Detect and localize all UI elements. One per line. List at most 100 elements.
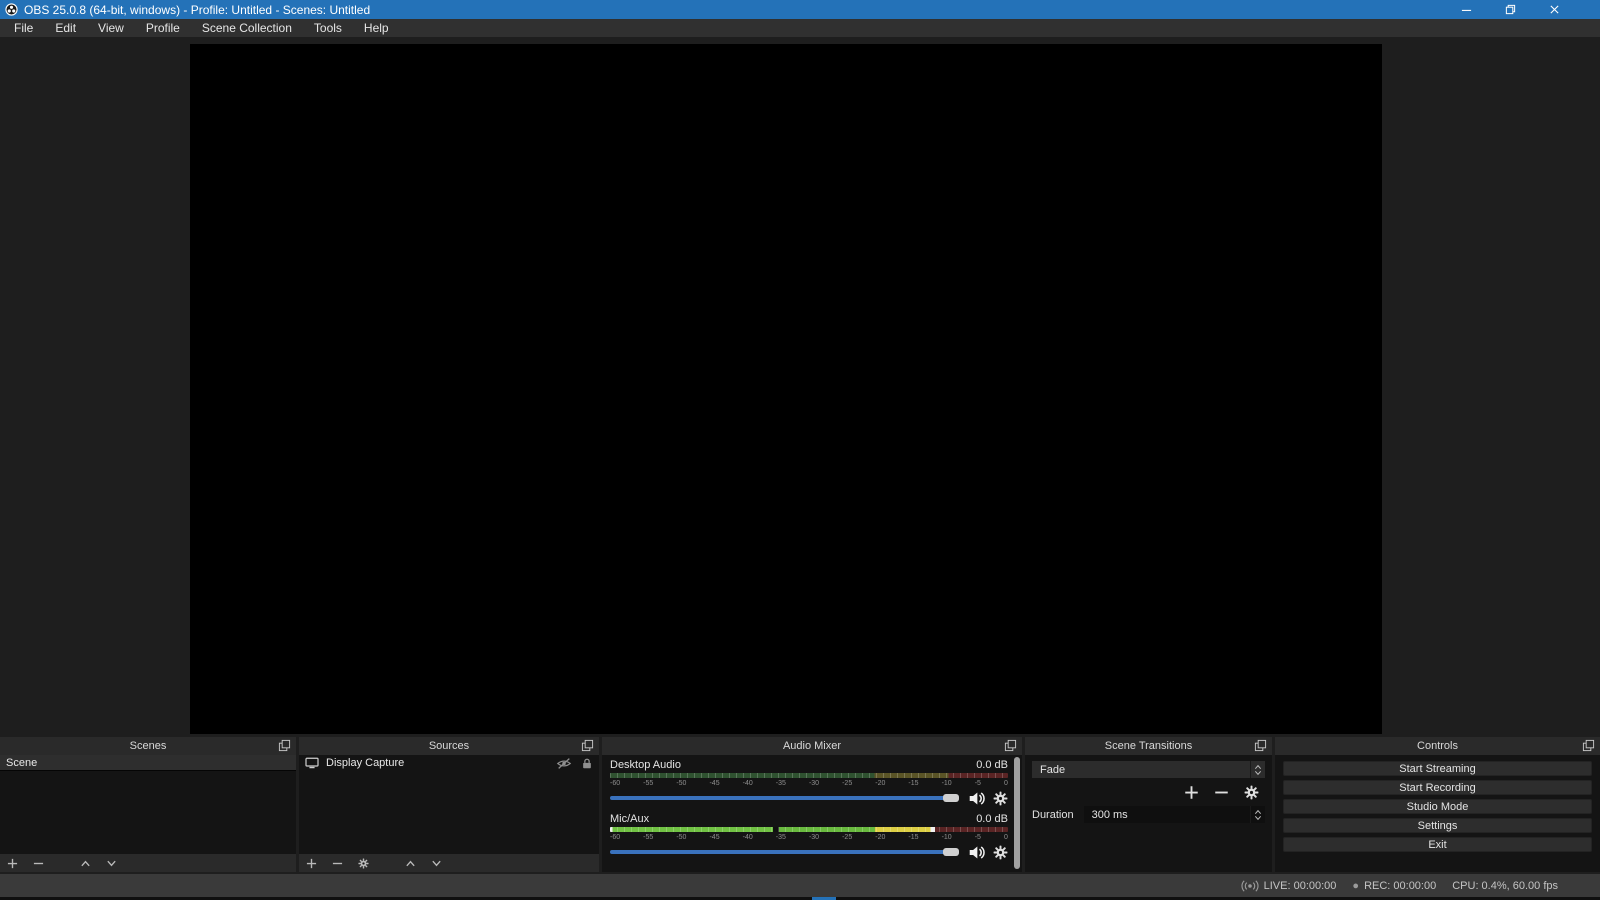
audio-mixer-body: Desktop Audio 0.0 dB -60 -55 -50 -45 -40 -35-… [602, 755, 1022, 872]
scene-item-label: Scene [6, 756, 38, 769]
desktop-audio-meter [610, 773, 1008, 778]
desktop-audio-slider-handle[interactable] [943, 794, 959, 802]
source-move-up-button[interactable] [405, 858, 416, 869]
minimize-icon [1461, 4, 1472, 15]
controls-popout-icon[interactable] [1582, 739, 1595, 752]
source-list-item[interactable]: Display Capture [299, 755, 599, 771]
transition-properties-gear-button[interactable] [1244, 785, 1259, 800]
remove-source-button[interactable] [332, 858, 343, 869]
menu-scene-collection[interactable]: Scene Collection [191, 19, 303, 37]
live-status: LIVE: 00:00:00 [1241, 879, 1337, 892]
cpu-fps-text: CPU: 0.4%, 60.00 fps [1452, 879, 1558, 892]
menubar: File Edit View Profile Scene Collection … [0, 19, 1600, 37]
scene-transitions-popout-icon[interactable] [1254, 739, 1267, 752]
dock: Scenes Scene Sources Display Capture Aud… [0, 737, 1600, 872]
duration-spinbox[interactable]: 300 ms [1083, 806, 1265, 823]
remove-scene-button[interactable] [33, 858, 44, 869]
start-streaming-button[interactable]: Start Streaming [1283, 761, 1592, 776]
duration-row: Duration 300 ms [1032, 806, 1265, 823]
controls-title: Controls [1417, 740, 1458, 752]
desktop-audio-mute-speaker-icon[interactable] [968, 790, 985, 807]
exit-button[interactable]: Exit [1283, 837, 1592, 852]
audio-mixer-scrollbar[interactable] [1014, 757, 1020, 869]
add-scene-button[interactable] [7, 858, 18, 869]
audio-mixer-header[interactable]: Audio Mixer [602, 737, 1022, 755]
titlebar[interactable]: OBS 25.0.8 (64-bit, windows) - Profile: … [0, 0, 1600, 19]
minimize-button[interactable] [1444, 0, 1488, 19]
audio-mixer-popout-icon[interactable] [1004, 739, 1017, 752]
controls-header[interactable]: Controls [1275, 737, 1600, 755]
duration-spinner[interactable] [1250, 806, 1265, 823]
menu-tools[interactable]: Tools [303, 19, 353, 37]
desktop-audio-label-row: Desktop Audio 0.0 dB [610, 759, 1008, 772]
mic-aux-name: Mic/Aux [610, 813, 650, 825]
transition-buttons-row [1032, 784, 1265, 800]
desktop-audio-volume-slider[interactable] [610, 789, 959, 807]
mic-aux-mute-speaker-icon[interactable] [968, 844, 985, 861]
scenes-panel-title: Scenes [129, 740, 167, 752]
add-source-button[interactable] [306, 858, 317, 869]
settings-button[interactable]: Settings [1283, 818, 1592, 833]
desktop-audio-tick-labels: -60 -55 -50 -45 -40 -35 -30 -25 -20 -15 -10 -5 0 [610, 780, 1008, 787]
duration-label: Duration [1032, 808, 1074, 821]
close-icon [1549, 4, 1560, 15]
source-lock-icon[interactable] [581, 757, 593, 770]
mic-aux-volume-slider[interactable] [610, 843, 959, 861]
scenes-panel: Scenes Scene [0, 737, 296, 872]
sources-panel-header[interactable]: Sources [299, 737, 599, 755]
sources-panel-title: Sources [428, 740, 470, 752]
restore-icon [1505, 4, 1516, 15]
start-recording-button[interactable]: Start Recording [1283, 780, 1592, 795]
menu-edit[interactable]: Edit [44, 19, 87, 37]
scenes-toolbar [0, 854, 296, 872]
sources-popout-icon[interactable] [581, 739, 594, 752]
scene-transitions-header[interactable]: Scene Transitions [1025, 737, 1272, 755]
desktop-audio-gear-icon[interactable] [993, 791, 1008, 806]
menu-view[interactable]: View [87, 19, 135, 37]
close-button[interactable] [1532, 0, 1576, 19]
record-dot-icon: ● [1352, 879, 1360, 892]
mic-aux-meter [610, 827, 1008, 832]
source-properties-gear-button[interactable] [358, 858, 369, 869]
transition-selected-value: Fade [1040, 763, 1066, 776]
rec-time: REC: 00:00:00 [1364, 879, 1437, 892]
mic-aux-tick-labels: -60 -55 -50 -45 -40 -35 -30 -25 -20 -15 -10 -5 0 [610, 834, 1008, 841]
mic-aux-label-row: Mic/Aux 0.0 dB [610, 813, 1008, 826]
scenes-panel-header[interactable]: Scenes [0, 737, 296, 755]
desktop-audio-slider-row [610, 789, 1008, 807]
scene-transitions-title: Scene Transitions [1104, 740, 1193, 752]
restore-button[interactable] [1488, 0, 1532, 19]
cpu-fps-status: CPU: 0.4%, 60.00 fps [1452, 880, 1558, 892]
statusbar: LIVE: 00:00:00 ● REC: 00:00:00 CPU: 0.4%… [0, 874, 1600, 897]
scenes-popout-icon[interactable] [278, 739, 291, 752]
source-move-down-button[interactable] [431, 858, 442, 869]
scenes-list: Scene [0, 755, 296, 854]
preview-canvas[interactable] [190, 44, 1382, 734]
menu-file[interactable]: File [3, 19, 44, 37]
studio-mode-button[interactable]: Studio Mode [1283, 799, 1592, 814]
live-time: LIVE: 00:00:00 [1263, 879, 1337, 892]
add-transition-button[interactable] [1184, 785, 1199, 800]
source-visibility-icon[interactable] [556, 757, 572, 770]
chevron-down-icon [1254, 815, 1262, 821]
menu-profile[interactable]: Profile [135, 19, 191, 37]
desktop-audio-db: 0.0 dB [976, 759, 1008, 771]
scene-move-up-button[interactable] [80, 858, 91, 869]
scene-list-item[interactable]: Scene [0, 755, 296, 771]
slider-track [610, 850, 959, 854]
transition-select-spinner[interactable] [1250, 761, 1265, 778]
chevron-down-icon [1254, 770, 1262, 776]
broadcast-icon [1241, 880, 1259, 892]
mic-aux-slider-handle[interactable] [943, 848, 959, 856]
scene-move-down-button[interactable] [106, 858, 117, 869]
mic-aux-gear-icon[interactable] [993, 845, 1008, 860]
rec-status: ● REC: 00:00:00 [1352, 880, 1436, 892]
menu-help[interactable]: Help [353, 19, 400, 37]
mic-aux-slider-row [610, 843, 1008, 861]
obs-logo-icon [5, 3, 18, 16]
window-controls [1444, 0, 1576, 19]
scene-transitions-panel: Scene Transitions Fade Duration 300 ms [1025, 737, 1272, 872]
remove-transition-button[interactable] [1214, 785, 1229, 800]
transition-select[interactable]: Fade [1032, 761, 1265, 778]
slider-track [610, 796, 959, 800]
